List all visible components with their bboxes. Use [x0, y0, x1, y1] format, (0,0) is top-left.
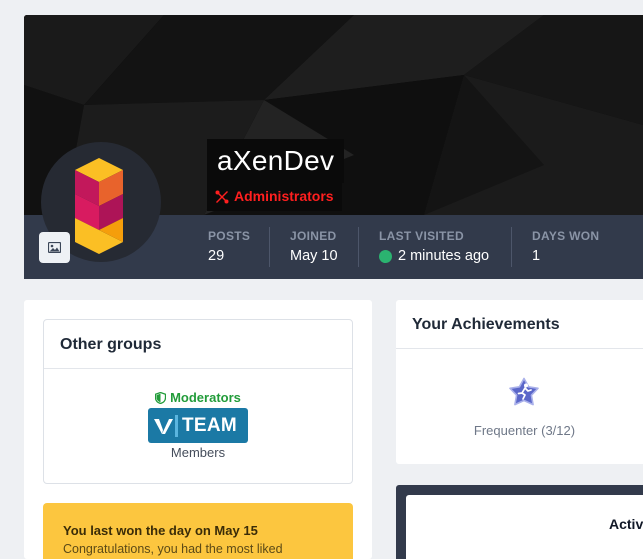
other-groups-box: Other groups Moderators TEAM Members: [43, 319, 353, 484]
other-groups-title: Other groups: [44, 320, 352, 369]
day-won-text: Congratulations, you had the most liked: [63, 542, 283, 556]
group-name: Moderators: [44, 390, 352, 405]
profile-username: aXenDev: [207, 139, 345, 183]
shield-icon: [155, 391, 167, 404]
image-icon: [48, 242, 61, 253]
stat-label: POSTS: [208, 229, 251, 243]
running-star-icon[interactable]: [506, 374, 542, 410]
achievements-title: Your Achievements: [396, 300, 643, 349]
day-won-notice: You last won the day on May 15 Congratul…: [43, 503, 353, 559]
stat-label: LAST VISITED: [379, 229, 464, 243]
last-visited-time[interactable]: 2 minutes ago: [398, 248, 489, 264]
profile-group-label: Administrators: [234, 188, 334, 204]
stat-posts: POSTS 29: [208, 229, 250, 269]
stat-value: 2 minutes ago: [379, 248, 489, 264]
online-status-icon: [379, 249, 392, 263]
wrench-screwdriver-icon: [215, 190, 229, 203]
stat-divider: [269, 227, 270, 267]
profile-sidebar: Other groups Moderators TEAM Members You…: [24, 300, 372, 559]
profile-group: Administrators: [207, 182, 342, 211]
day-won-title: You last won the day on May 15: [63, 523, 258, 538]
activity-panel: Activ: [396, 485, 643, 559]
stat-label: DAYS WON: [532, 229, 600, 243]
stat-value: 1: [532, 248, 541, 264]
stat-last-visited: LAST VISITED 2 minutes ago: [379, 229, 489, 269]
tab-activity[interactable]: Activ: [609, 516, 643, 532]
team-logo-icon: [154, 414, 178, 437]
team-badge: TEAM: [148, 408, 248, 443]
group-members-label: Members: [170, 445, 226, 460]
stat-joined: JOINED May 10: [290, 229, 338, 269]
achievements-panel: Your Achievements Frequenter (3/12): [396, 300, 643, 464]
stat-value: 29: [208, 248, 225, 264]
achievement-label: Frequenter (3/12): [473, 423, 576, 438]
group-name-label: Moderators: [170, 390, 241, 405]
stat-divider: [511, 227, 512, 267]
stat-label: JOINED: [290, 229, 337, 243]
stat-divider: [358, 227, 359, 267]
activity-tabs: Activ: [406, 495, 643, 559]
stat-value: May 10: [290, 248, 338, 264]
cover-photo-button[interactable]: [39, 232, 70, 263]
stat-days-won: DAYS WON 1: [532, 229, 599, 269]
team-badge-label: TEAM: [182, 414, 238, 436]
